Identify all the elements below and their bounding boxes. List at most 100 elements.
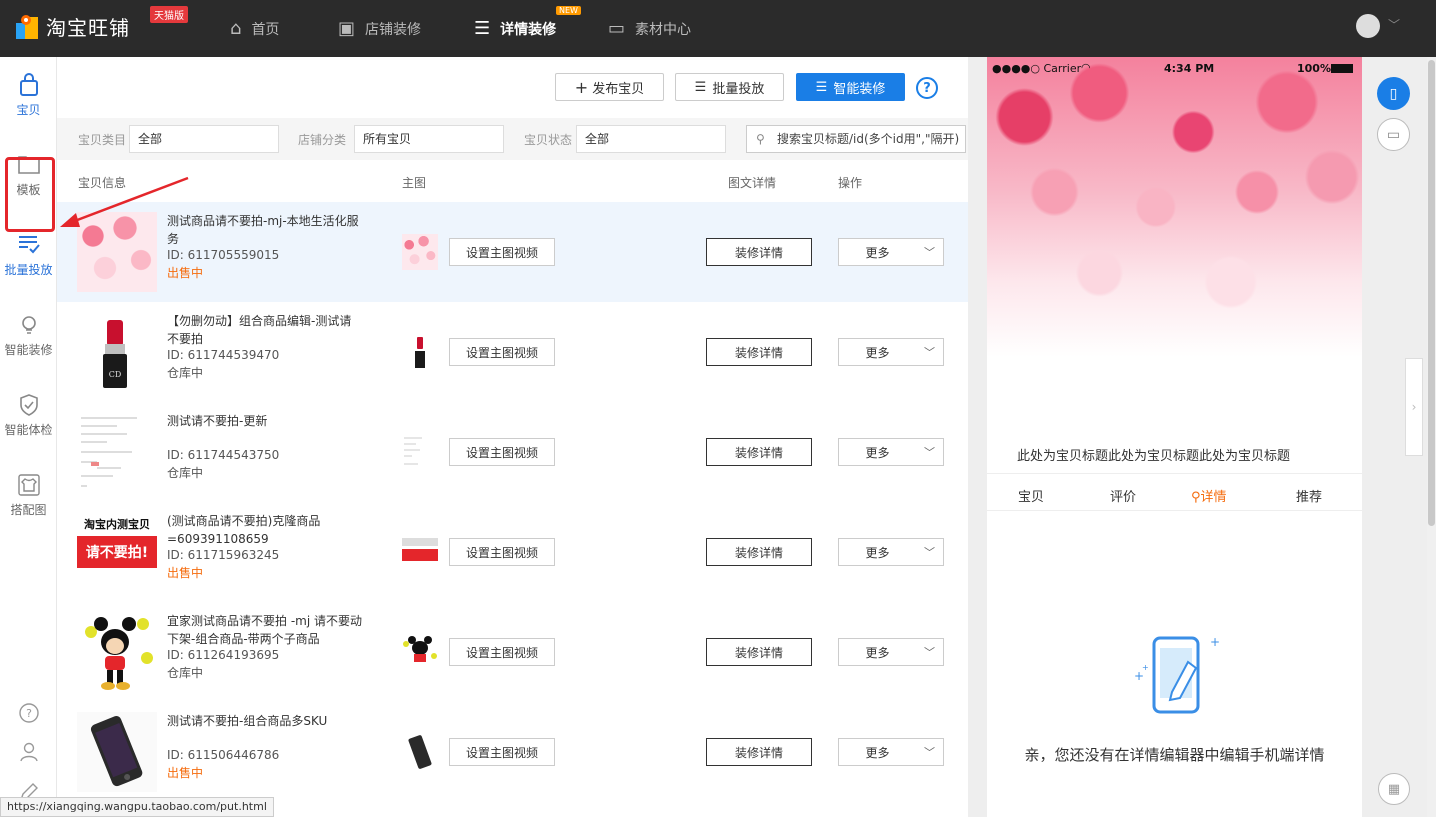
bag-icon <box>0 73 57 101</box>
user-avatar[interactable] <box>1356 14 1380 38</box>
status-label: 宝贝状态 <box>524 133 573 147</box>
set-main-video-button[interactable]: 设置主图视频 <box>449 738 555 766</box>
decorate-detail-button[interactable]: 装修详情 <box>706 538 812 566</box>
product-status: 出售中 <box>167 266 204 280</box>
svg-text:CD: CD <box>109 370 122 379</box>
chevron-down-icon[interactable]: ﹀ <box>1388 16 1400 33</box>
set-main-video-button[interactable]: 设置主图视频 <box>449 538 555 566</box>
help-circle-icon[interactable]: ? <box>0 702 57 729</box>
main-image-thumbnail[interactable] <box>402 534 438 570</box>
lightbulb-icon <box>0 313 57 341</box>
category-select[interactable]: 全部 <box>129 125 279 153</box>
main-image-thumbnail[interactable] <box>402 334 438 370</box>
status-select[interactable]: 全部 <box>576 125 726 153</box>
nav-home[interactable]: ⌂ 首页 <box>230 0 279 57</box>
store-icon: ▣ <box>338 18 356 39</box>
nav-detail-decor[interactable]: ☰ 详情装修 <box>474 0 556 57</box>
user-icon[interactable] <box>0 741 57 768</box>
status-url: https://xiangqing.wangpu.taobao.com/put.… <box>0 797 274 817</box>
highlight-annotation-box <box>5 157 55 232</box>
sidebar-item-matching[interactable]: 搭配图 <box>0 457 57 537</box>
scrollbar-thumb[interactable] <box>1428 60 1435 526</box>
mobile-view-button[interactable]: ▯ <box>1377 77 1410 110</box>
product-title[interactable]: 【勿删勿动】组合商品编辑-测试请不要拍 <box>167 312 362 348</box>
tab-detail[interactable]: ⚲详情 <box>1191 486 1227 505</box>
decorate-detail-button[interactable]: 装修详情 <box>706 438 812 466</box>
chevron-down-icon[interactable]: ﹀ <box>916 238 944 266</box>
decorate-detail-button[interactable]: 装修详情 <box>706 638 812 666</box>
chevron-down-icon[interactable]: ﹀ <box>916 738 944 766</box>
set-main-video-button[interactable]: 设置主图视频 <box>449 638 555 666</box>
collapse-panel-handle[interactable]: › <box>1405 358 1423 456</box>
publish-item-button[interactable]: + 发布宝贝 <box>555 73 664 101</box>
chevron-down-icon[interactable]: ﹀ <box>916 438 944 466</box>
plus-icon: + <box>574 77 589 97</box>
shield-check-icon <box>0 393 57 421</box>
product-thumbnail[interactable] <box>77 212 157 292</box>
more-button[interactable]: 更多 <box>838 238 917 266</box>
more-button[interactable]: 更多 <box>838 538 917 566</box>
phone-status-bar: ●●●●○ Carrier ◠ 4:34 PM 100% <box>987 57 1362 79</box>
document-icon: ☰ <box>474 18 491 39</box>
search-input[interactable]: ⚲ 搜索宝贝标题/id(多个id用","隔开) <box>746 125 966 153</box>
chevron-down-icon[interactable]: ﹀ <box>916 538 944 566</box>
main-image-thumbnail[interactable] <box>402 434 438 470</box>
product-thumbnail[interactable]: CD <box>77 312 157 392</box>
battery-text: 100% <box>1297 62 1331 75</box>
main-image-thumbnail[interactable] <box>402 734 438 770</box>
product-status: 出售中 <box>167 766 204 780</box>
sidebar-item-smart-check[interactable]: 智能体检 <box>0 377 57 457</box>
product-status: 仓库中 <box>167 666 204 680</box>
more-button[interactable]: 更多 <box>838 638 917 666</box>
decorate-detail-button[interactable]: 装修详情 <box>706 738 812 766</box>
table-row: 测试请不要拍-更新 ID: 611744543750 仓库中 设置主图视频 装修… <box>57 402 968 502</box>
more-button[interactable]: 更多 <box>838 738 917 766</box>
thumb-caption-main: 请不要拍! <box>77 536 157 568</box>
product-id: ID: 611506446786 <box>167 748 280 762</box>
nav-store-label: 店铺装修 <box>365 21 422 38</box>
table-row: 淘宝内测宝贝 请不要拍! (测试商品请不要拍)克隆商品=609391108659… <box>57 502 968 602</box>
phone-preview: ●●●●○ Carrier ◠ 4:34 PM 100% 此处为宝贝标题此处为宝… <box>987 57 1362 817</box>
decorate-detail-button[interactable]: 装修详情 <box>706 238 812 266</box>
product-title[interactable]: (测试商品请不要拍)克隆商品=609391108659 <box>167 512 362 548</box>
logo-icon <box>16 14 38 39</box>
product-thumbnail[interactable] <box>77 712 157 792</box>
nav-material[interactable]: ▭ 素材中心 <box>608 0 691 57</box>
more-button[interactable]: 更多 <box>838 438 917 466</box>
desktop-icon: ▭ <box>1386 126 1401 143</box>
sidebar-item-items[interactable]: 宝贝 <box>0 57 57 137</box>
empty-state-illustration-icon: + + + <box>1134 635 1220 714</box>
product-thumbnail[interactable]: 淘宝内测宝贝 请不要拍! <box>77 512 157 592</box>
main-image-thumbnail[interactable] <box>402 234 438 270</box>
chevron-down-icon[interactable]: ﹀ <box>916 638 944 666</box>
batch-deploy-button[interactable]: ☰ 批量投放 <box>675 73 784 101</box>
tshirt-icon <box>0 473 57 501</box>
tab-reviews[interactable]: 评价 <box>1110 486 1136 505</box>
shop-category-select[interactable]: 所有宝贝 <box>354 125 504 153</box>
product-title[interactable]: 测试请不要拍-组合商品多SKU <box>167 712 362 730</box>
set-main-video-button[interactable]: 设置主图视频 <box>449 238 555 266</box>
product-title[interactable]: 测试商品请不要拍-mj-本地生活化服务 <box>167 212 362 248</box>
smart-decor-button[interactable]: ☰ 智能装修 <box>796 73 905 101</box>
brand-logo[interactable]: 淘宝旺铺 <box>16 12 130 41</box>
tab-recommend[interactable]: 推荐 <box>1296 486 1322 505</box>
product-title[interactable]: 测试请不要拍-更新 <box>167 412 362 430</box>
main-image-thumbnail[interactable] <box>402 634 438 670</box>
product-title[interactable]: 宜家测试商品请不要拍 -mj 请不要动下架-组合商品-带两个子商品 <box>167 612 362 648</box>
sidebar-item-label: 搭配图 <box>10 503 47 517</box>
mobile-icon: ▯ <box>1389 85 1398 102</box>
more-button[interactable]: 更多 <box>838 338 917 366</box>
sidebar-item-smart-decor[interactable]: 智能装修 <box>0 297 57 377</box>
nav-store-decor[interactable]: ▣ 店铺装修 <box>338 0 421 57</box>
set-main-video-button[interactable]: 设置主图视频 <box>449 338 555 366</box>
qr-code-button[interactable]: ▦ <box>1378 773 1410 805</box>
decorate-detail-button[interactable]: 装修详情 <box>706 338 812 366</box>
qr-code-icon: ▦ <box>1387 781 1401 797</box>
tab-item[interactable]: 宝贝 <box>1018 486 1044 505</box>
desktop-view-button[interactable]: ▭ <box>1377 118 1410 151</box>
set-main-video-button[interactable]: 设置主图视频 <box>449 438 555 466</box>
product-thumbnail[interactable] <box>77 412 157 492</box>
product-thumbnail[interactable] <box>77 612 157 692</box>
chevron-down-icon[interactable]: ﹀ <box>916 338 944 366</box>
help-icon[interactable]: ? <box>916 77 938 99</box>
